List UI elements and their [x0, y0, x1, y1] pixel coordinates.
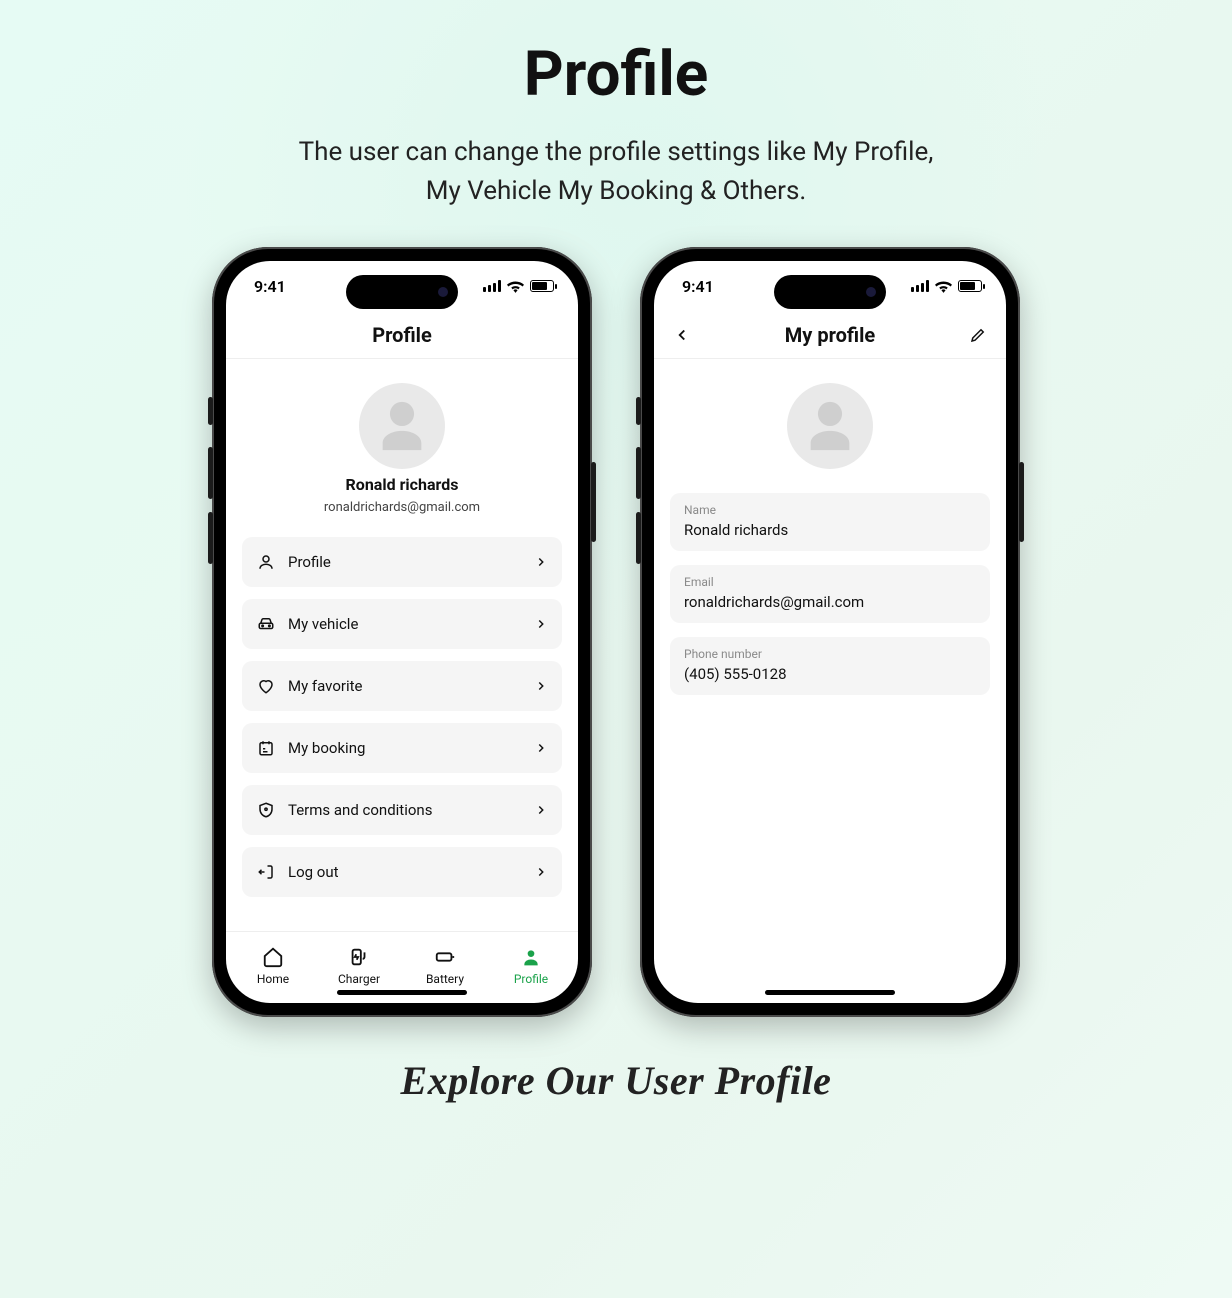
chevron-right-icon: [534, 555, 548, 569]
phone-mockup-myprofile: 9:41 My profile: [640, 247, 1020, 1017]
field-value: Ronald richards: [684, 521, 976, 539]
avatar[interactable]: [787, 383, 873, 469]
chevron-right-icon: [534, 803, 548, 817]
person-icon: [520, 946, 542, 968]
tab-label: Home: [257, 972, 289, 986]
menu-item-label: Log out: [288, 863, 522, 881]
signal-icon: [483, 280, 501, 292]
battery-icon: [530, 280, 554, 292]
tab-label: Profile: [514, 972, 548, 986]
menu-item-label: My vehicle: [288, 615, 522, 633]
dynamic-island: [774, 275, 886, 309]
car-icon: [256, 614, 276, 634]
side-button: [636, 512, 641, 564]
side-button: [208, 512, 213, 564]
header-title: My profile: [785, 323, 875, 347]
footer-title: Explore Our User Profile: [0, 1057, 1232, 1104]
heart-icon: [256, 676, 276, 696]
field-name[interactable]: Name Ronald richards: [670, 493, 990, 551]
page-subtitle-line2: My Vehicle My Booking & Others.: [0, 172, 1232, 211]
logout-icon: [256, 862, 276, 882]
menu-item-label: My booking: [288, 739, 522, 757]
tab-charger[interactable]: Charger: [321, 946, 397, 986]
side-button: [591, 462, 596, 542]
side-button: [1019, 462, 1024, 542]
menu-item-label: Terms and conditions: [288, 801, 522, 819]
home-indicator: [337, 990, 467, 995]
tab-label: Charger: [338, 972, 380, 986]
menu-item-label: Profile: [288, 553, 522, 571]
menu-item-terms[interactable]: Terms and conditions: [242, 785, 562, 835]
field-phone[interactable]: Phone number (405) 555-0128: [670, 637, 990, 695]
app-header: My profile: [654, 311, 1006, 359]
menu-item-logout[interactable]: Log out: [242, 847, 562, 897]
edit-button[interactable]: [956, 311, 1000, 358]
charger-icon: [348, 946, 370, 968]
field-label: Name: [684, 503, 976, 517]
app-header: Profile: [226, 311, 578, 359]
side-button: [636, 447, 641, 499]
wifi-icon: [507, 280, 524, 293]
pencil-icon: [969, 326, 987, 344]
tab-profile[interactable]: Profile: [493, 946, 569, 986]
battery-icon: [958, 280, 982, 292]
back-button[interactable]: [660, 311, 704, 358]
status-time: 9:41: [254, 277, 286, 296]
calendar-icon: [256, 738, 276, 758]
menu-item-label: My favorite: [288, 677, 522, 695]
chevron-right-icon: [534, 741, 548, 755]
tab-label: Battery: [426, 972, 464, 986]
battery-tab-icon: [434, 946, 456, 968]
chevron-right-icon: [534, 679, 548, 693]
user-icon: [256, 552, 276, 572]
menu-item-profile[interactable]: Profile: [242, 537, 562, 587]
avatar[interactable]: [359, 383, 445, 469]
field-value: ronaldrichards@gmail.com: [684, 593, 976, 611]
menu-item-favorite[interactable]: My favorite: [242, 661, 562, 711]
page-title: Profile: [0, 0, 1232, 111]
home-indicator: [765, 990, 895, 995]
wifi-icon: [935, 280, 952, 293]
field-email[interactable]: Email ronaldrichards@gmail.com: [670, 565, 990, 623]
tab-battery[interactable]: Battery: [407, 946, 483, 986]
chevron-left-icon: [673, 326, 691, 344]
home-icon: [262, 946, 284, 968]
avatar-placeholder-icon: [801, 397, 859, 455]
menu-item-vehicle[interactable]: My vehicle: [242, 599, 562, 649]
chevron-right-icon: [534, 617, 548, 631]
field-label: Phone number: [684, 647, 976, 661]
shield-icon: [256, 800, 276, 820]
avatar-placeholder-icon: [373, 397, 431, 455]
field-label: Email: [684, 575, 976, 589]
side-button: [208, 447, 213, 499]
menu-item-booking[interactable]: My booking: [242, 723, 562, 773]
chevron-right-icon: [534, 865, 548, 879]
tab-home[interactable]: Home: [235, 946, 311, 986]
side-button: [636, 397, 641, 425]
phone-mockup-profile: 9:41 Profile Ronald richards ronaldricha…: [212, 247, 592, 1017]
page-subtitle-line1: The user can change the profile settings…: [0, 133, 1232, 172]
side-button: [208, 397, 213, 425]
user-name: Ronald richards: [346, 475, 459, 494]
dynamic-island: [346, 275, 458, 309]
status-time: 9:41: [682, 277, 714, 296]
page-subtitle: The user can change the profile settings…: [0, 133, 1232, 211]
signal-icon: [911, 280, 929, 292]
user-email: ronaldrichards@gmail.com: [324, 500, 480, 515]
header-title: Profile: [372, 323, 432, 347]
field-value: (405) 555-0128: [684, 665, 976, 683]
